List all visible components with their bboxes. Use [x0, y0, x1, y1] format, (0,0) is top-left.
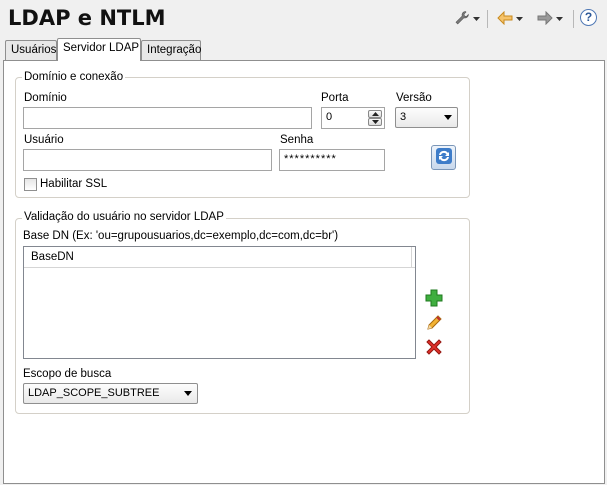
- test-connection-button[interactable]: [431, 145, 456, 170]
- version-value: 3: [400, 111, 407, 123]
- user-input[interactable]: [23, 149, 272, 171]
- forward-button[interactable]: [533, 10, 567, 28]
- refresh-connection-icon: [435, 147, 453, 168]
- toolbar-divider: [573, 10, 574, 28]
- scope-label: Escopo de busca: [23, 368, 112, 380]
- chevron-down-icon: [513, 13, 524, 25]
- forward-arrow-icon: [537, 10, 553, 28]
- scope-select[interactable]: LDAP_SCOPE_SUBTREE: [23, 383, 198, 404]
- tab-usuarios[interactable]: Usuários: [5, 40, 57, 60]
- ssl-label: Habilitar SSL: [40, 178, 108, 190]
- add-icon: [425, 289, 443, 310]
- stepper-down-icon[interactable]: [368, 118, 382, 126]
- ssl-checkbox[interactable]: [24, 178, 37, 191]
- basedn-hint: Base DN (Ex: 'ou=grupousuarios,dc=exempl…: [23, 230, 339, 242]
- column-header-label: BaseDN: [31, 251, 74, 263]
- password-value: **********: [284, 153, 337, 165]
- port-label: Porta: [321, 92, 349, 104]
- domain-input[interactable]: [23, 107, 312, 129]
- help-button[interactable]: ?: [580, 9, 597, 26]
- tools-menu-button[interactable]: [451, 10, 483, 28]
- validation-group-title: Validação do usuário no servidor LDAP: [22, 211, 226, 223]
- tab-panel: Domínio e conexão Domínio Porta 0 Versão…: [3, 60, 605, 484]
- version-select[interactable]: 3: [395, 107, 458, 128]
- port-value: 0: [326, 111, 333, 123]
- user-label: Usuário: [24, 134, 64, 146]
- tab-label: Servidor LDAP: [63, 42, 140, 54]
- help-icon: ?: [584, 10, 593, 24]
- stepper-up-icon[interactable]: [368, 110, 382, 118]
- back-button[interactable]: [494, 10, 526, 28]
- back-arrow-icon: [496, 10, 513, 28]
- column-divider: [411, 247, 412, 268]
- toolbar-divider: [487, 10, 488, 28]
- chevron-down-icon: [444, 115, 452, 120]
- tab-servidor-ldap[interactable]: Servidor LDAP: [57, 38, 141, 61]
- edit-basedn-button[interactable]: [424, 314, 444, 334]
- chevron-down-icon: [553, 13, 564, 25]
- page-title: LDAP e NTLM: [8, 6, 166, 30]
- domain-label: Domínio: [24, 92, 67, 104]
- connection-group-title: Domínio e conexão: [22, 71, 126, 83]
- version-label: Versão: [396, 92, 432, 104]
- remove-basedn-button[interactable]: [424, 338, 444, 358]
- password-field[interactable]: **********: [279, 149, 385, 171]
- port-stepper[interactable]: 0: [321, 107, 385, 129]
- chevron-down-icon: [184, 391, 192, 396]
- edit-pencil-icon: [425, 314, 443, 335]
- chevron-down-icon: [470, 13, 481, 25]
- tab-label: Integração: [147, 44, 202, 56]
- delete-icon: [425, 338, 443, 359]
- stepper-buttons[interactable]: [368, 110, 382, 126]
- tab-label: Usuários: [11, 44, 57, 56]
- add-basedn-button[interactable]: [424, 289, 444, 309]
- tab-integracao[interactable]: Integração: [141, 40, 201, 60]
- password-label: Senha: [280, 134, 314, 146]
- basedn-list[interactable]: BaseDN: [23, 246, 416, 359]
- wrench-icon: [454, 10, 470, 29]
- scope-value: LDAP_SCOPE_SUBTREE: [28, 387, 160, 399]
- basedn-column-header[interactable]: BaseDN: [24, 247, 415, 268]
